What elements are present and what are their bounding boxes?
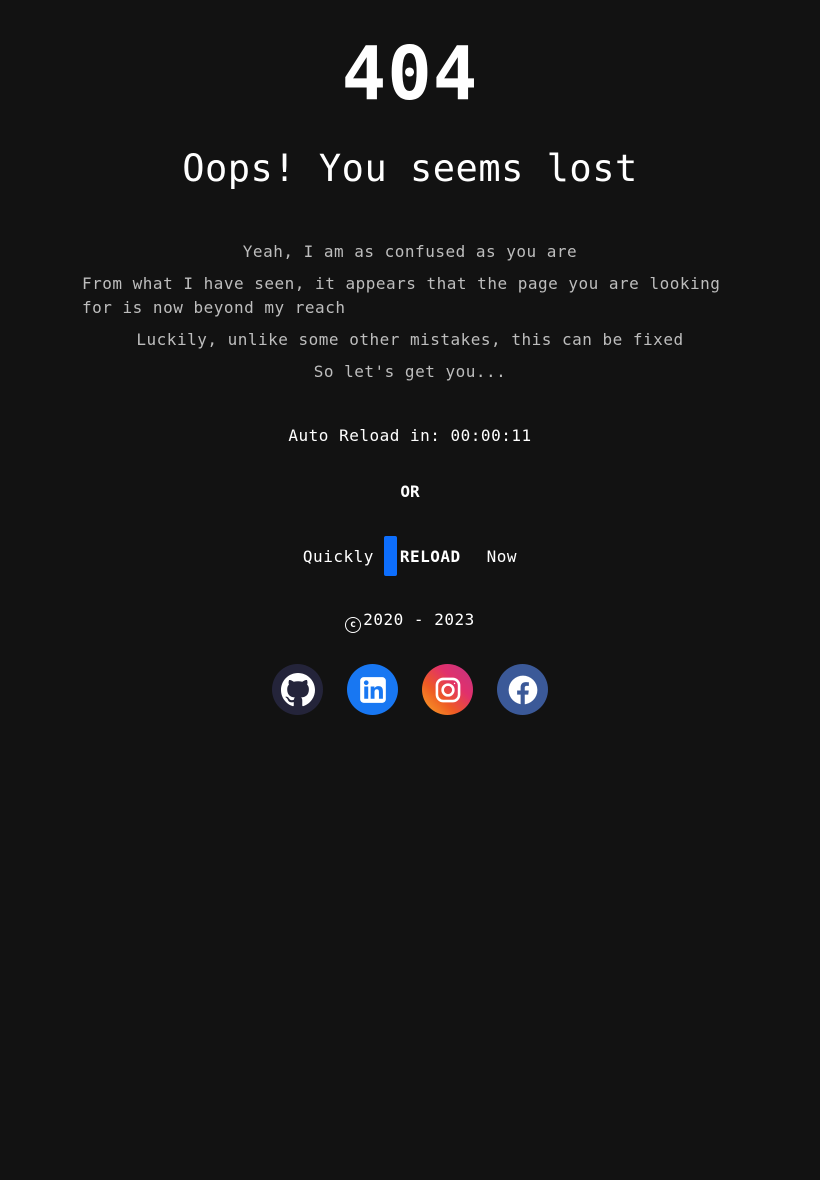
reload-suffix: Now bbox=[486, 546, 518, 566]
facebook-icon bbox=[508, 675, 537, 705]
copyright: c 2020 - 2023 bbox=[0, 608, 820, 633]
or-separator: OR bbox=[400, 482, 420, 501]
page-title: Oops! You seems lost bbox=[182, 147, 638, 190]
copyright-text: 2020 - 2023 bbox=[363, 610, 475, 629]
error-code: 404 bbox=[341, 31, 479, 117]
github-link[interactable] bbox=[272, 664, 323, 715]
reload-button-label: RELOAD bbox=[399, 546, 461, 566]
message-line-2: From what I have seen, it appears that t… bbox=[82, 274, 721, 317]
copyright-icon: c bbox=[345, 617, 362, 633]
auto-reload-timer: Auto Reload in: 00:00:11 bbox=[0, 424, 820, 448]
facebook-link[interactable] bbox=[497, 664, 548, 715]
social-links bbox=[272, 664, 548, 715]
reload-accent-bar bbox=[383, 536, 397, 576]
timer-label: Auto Reload in: bbox=[288, 426, 451, 445]
message-line-4: So let's get you... bbox=[313, 362, 507, 381]
linkedin-icon bbox=[359, 676, 386, 703]
timer-value: 00:00:11 bbox=[450, 426, 532, 445]
message-line-3: Luckily, unlike some other mistakes, thi… bbox=[136, 330, 684, 349]
message-line-1: Yeah, I am as confused as you are bbox=[242, 242, 578, 261]
github-icon bbox=[280, 672, 315, 706]
reload-button[interactable]: RELOAD bbox=[383, 536, 477, 576]
reload-row: Quickly RELOAD Now bbox=[0, 536, 820, 576]
linkedin-link[interactable] bbox=[347, 664, 398, 715]
instagram-icon bbox=[435, 677, 460, 702]
instagram-link[interactable] bbox=[422, 664, 473, 715]
reload-prefix: Quickly bbox=[302, 546, 374, 566]
